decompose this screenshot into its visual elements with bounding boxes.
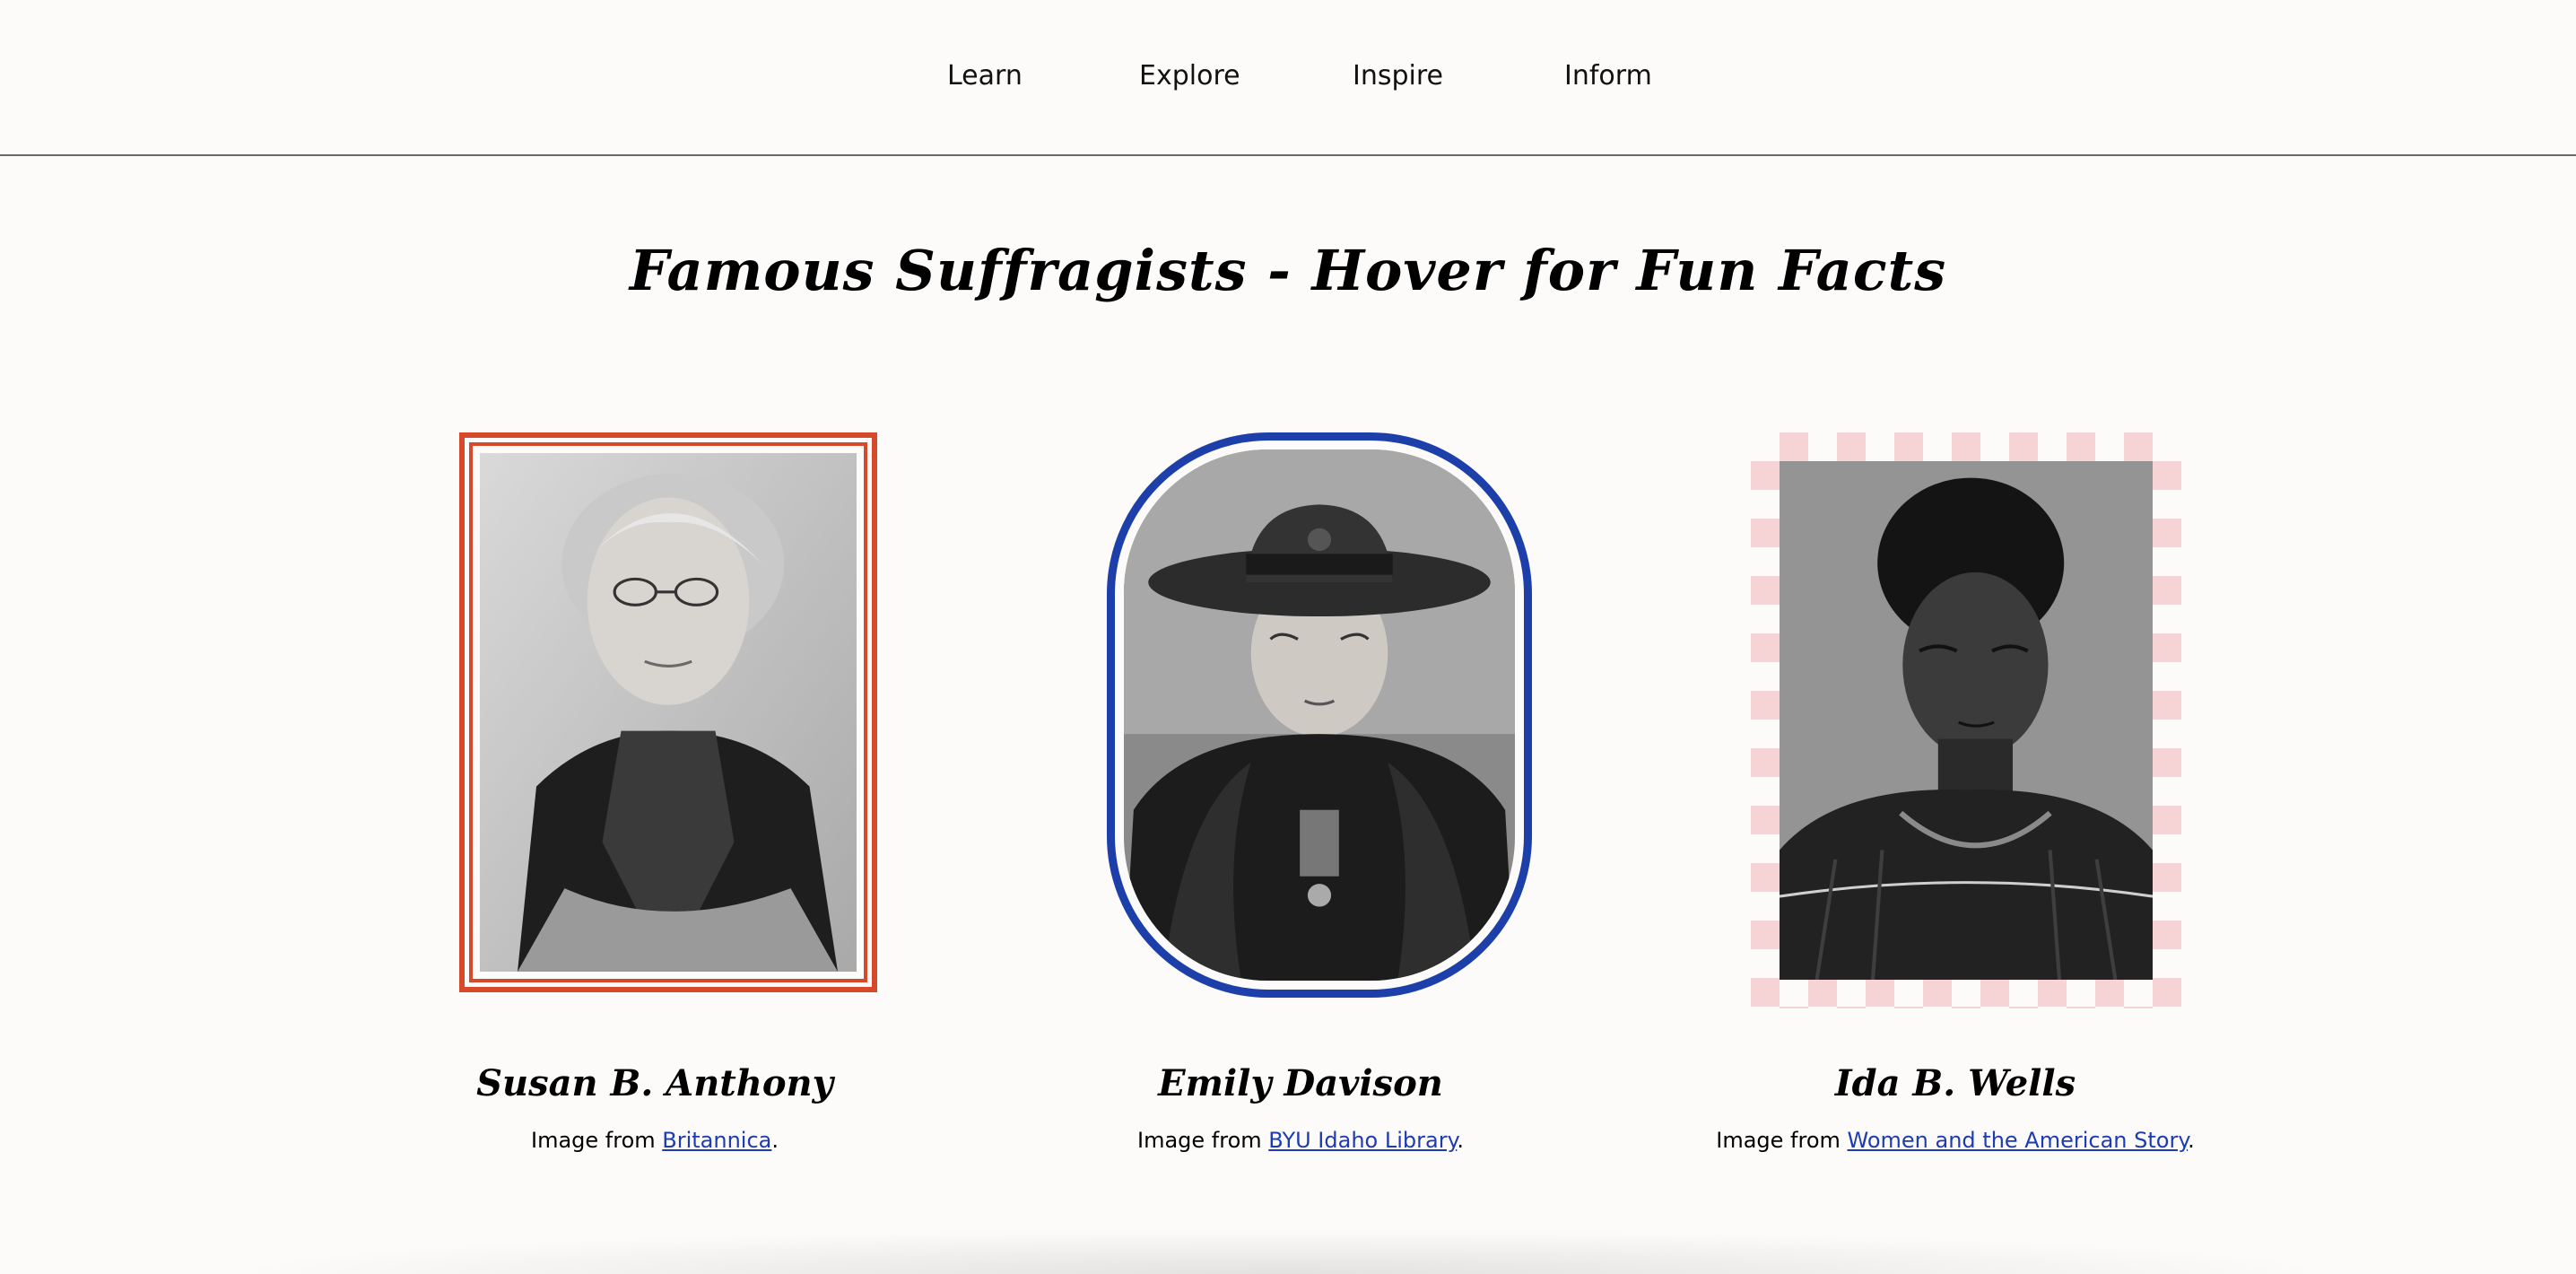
bottom-shadow xyxy=(215,1229,2350,1274)
portrait-frame[interactable] xyxy=(459,432,877,992)
credit-link-byu-idaho-library[interactable]: BYU Idaho Library xyxy=(1268,1128,1457,1153)
credit-prefix: Image from xyxy=(1716,1128,1848,1153)
suffragist-name: Emily Davison xyxy=(1158,1062,1443,1104)
suffragist-name: Ida B. Wells xyxy=(1834,1062,2076,1104)
nav-link-inform[interactable]: Inform xyxy=(1564,57,1652,95)
credit-link-britannica[interactable]: Britannica xyxy=(662,1128,771,1153)
credit-link-women-and-the-american-story[interactable]: Women and the American Story xyxy=(1848,1128,2189,1153)
credit-suffix: . xyxy=(2188,1128,2195,1153)
image-credit: Image from BYU Idaho Library. xyxy=(1014,1125,1588,1156)
suffragist-name: Susan B. Anthony xyxy=(476,1062,833,1104)
top-nav: Learn Explore Inspire Inform xyxy=(0,0,2576,156)
page-title: Famous Suffragists - Hover for Fun Facts xyxy=(629,238,1947,303)
portrait-frame[interactable] xyxy=(1107,432,1532,998)
credit-prefix: Image from xyxy=(530,1128,663,1153)
nav-link-explore[interactable]: Explore xyxy=(1139,57,1240,95)
credit-suffix: . xyxy=(1457,1128,1464,1153)
nav-link-learn[interactable]: Learn xyxy=(947,57,1023,95)
page: Learn Explore Inspire Inform Famous Suff… xyxy=(0,0,2576,1274)
portrait-photo-icon xyxy=(1780,461,2153,980)
credit-prefix: Image from xyxy=(1137,1128,1269,1153)
suffragist-card-wells[interactable]: Ida B. Wells Image from Women and the Am… xyxy=(1668,429,2242,1182)
suffragist-card-davison[interactable]: Emily Davison Image from BYU Idaho Libra… xyxy=(1014,429,1588,1182)
image-credit: Image from Britannica. xyxy=(368,1125,942,1156)
suffragist-card-anthony[interactable]: Susan B. Anthony Image from Britannica. xyxy=(368,429,942,1182)
nav-link-inspire[interactable]: Inspire xyxy=(1353,57,1443,95)
portrait-frame[interactable] xyxy=(1751,432,2181,1008)
image-credit: Image from Women and the American Story. xyxy=(1668,1125,2242,1156)
portrait-photo-icon xyxy=(480,453,857,972)
portrait-photo-icon xyxy=(1124,449,1515,981)
credit-suffix: . xyxy=(771,1128,779,1153)
